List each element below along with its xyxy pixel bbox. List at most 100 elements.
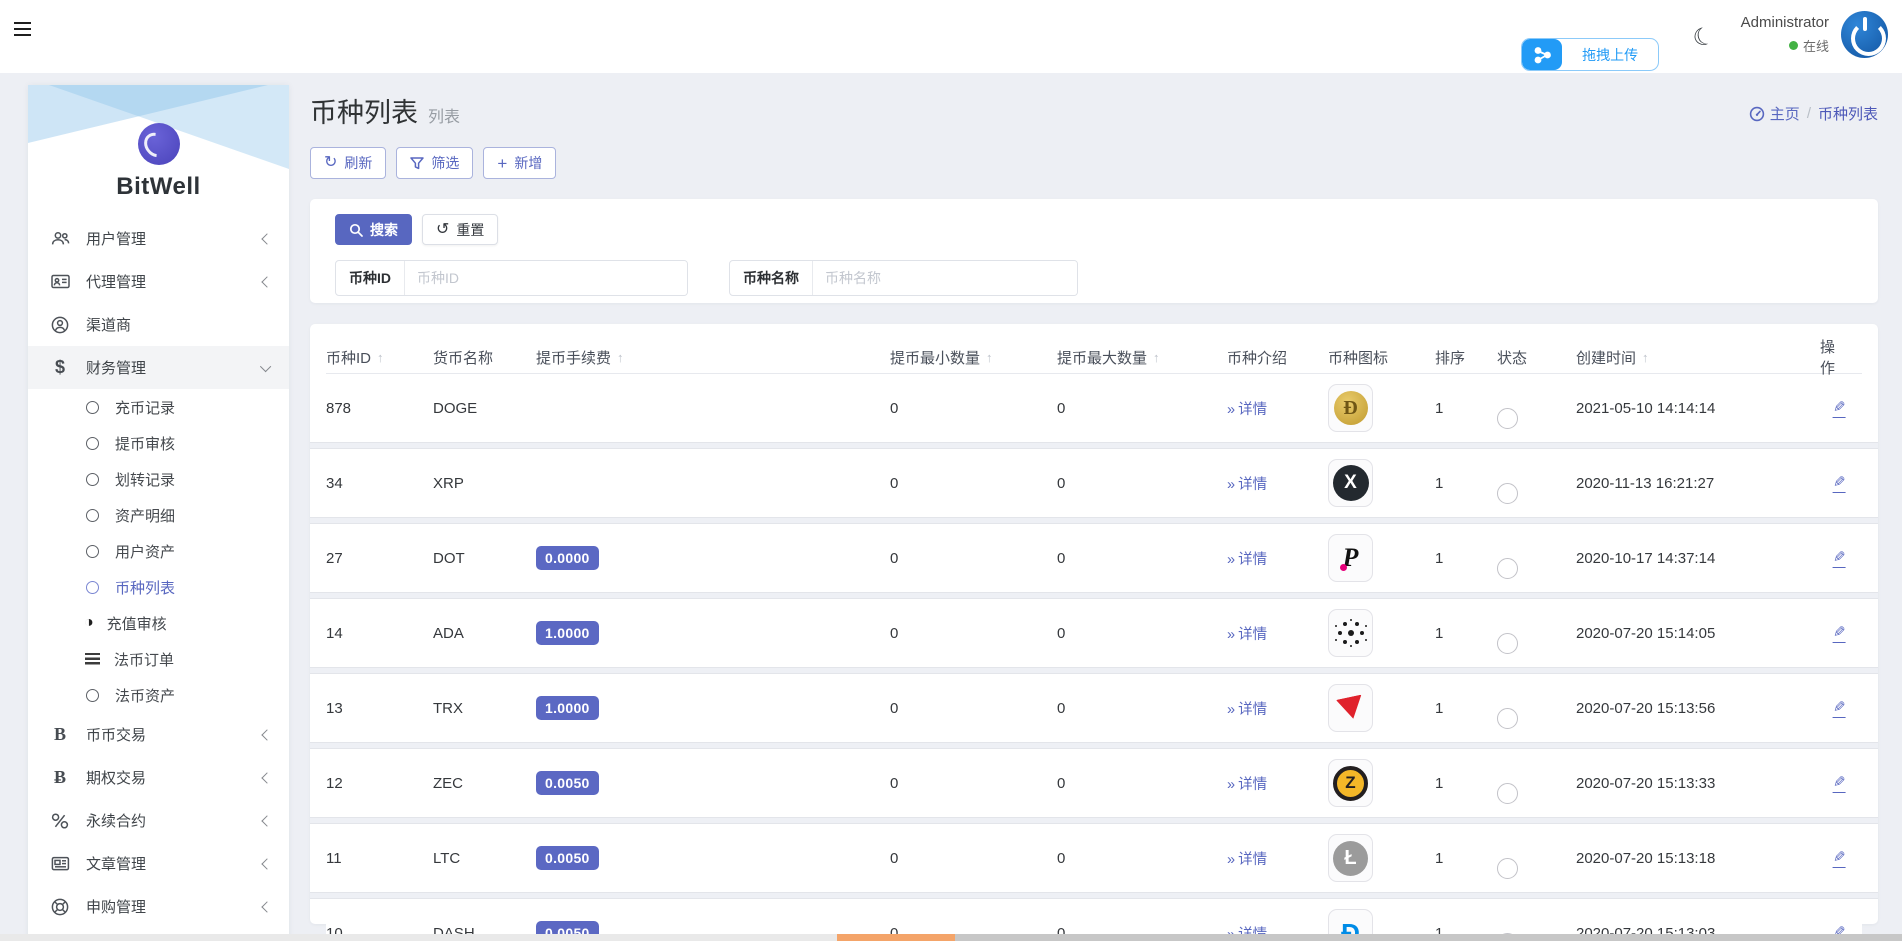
row-separator: [310, 592, 1878, 599]
cell-currency-name: DOT: [433, 550, 536, 567]
sidebar-subitem-user-assets[interactable]: 用户资产: [28, 533, 289, 569]
detail-link[interactable]: »详情: [1227, 477, 1267, 493]
detail-link[interactable]: »详情: [1227, 552, 1267, 568]
cell-sort: 1: [1435, 775, 1497, 792]
sort-arrow-icon: ↑: [1153, 350, 1160, 365]
sidebar-subitem-label: 资产明细: [115, 505, 175, 526]
reset-button[interactable]: ↺ 重置: [422, 214, 498, 245]
edit-pencil-icon[interactable]: ✎: [1833, 398, 1846, 418]
column-header-coin-id[interactable]: 币种ID↑: [326, 347, 433, 368]
app-window: 拖拽上传 ☾ Administrator 在线 BitWell: [0, 0, 1902, 941]
chevron-left-icon: [261, 858, 272, 869]
edit-pencil-icon[interactable]: ✎: [1833, 623, 1846, 643]
sidebar-item-subscription-management[interactable]: 申购管理: [28, 885, 289, 928]
scrollbar-thumb[interactable]: [837, 934, 955, 941]
search-button[interactable]: 搜索: [335, 214, 412, 245]
sidebar-subitem-label: 币种列表: [115, 577, 175, 598]
chevron-left-icon: [261, 901, 272, 912]
coin-id-input[interactable]: [405, 261, 687, 295]
detail-link[interactable]: »详情: [1227, 777, 1267, 793]
column-header-max-withdraw[interactable]: 提币最大数量↑: [1057, 347, 1227, 368]
cell-coin-id: 11: [326, 850, 433, 867]
hamburger-menu-button[interactable]: [14, 22, 34, 38]
detail-link[interactable]: »详情: [1227, 627, 1267, 643]
online-status-dot: [1789, 41, 1798, 50]
sidebar-subitem-fiat-orders[interactable]: 法币订单: [28, 641, 289, 677]
sidebar-subitem-asset-details[interactable]: 资产明细: [28, 497, 289, 533]
cell-sort: 1: [1435, 850, 1497, 867]
column-header-status[interactable]: 状态: [1497, 347, 1576, 368]
sidebar-item-options-trading[interactable]: Ƀ 期权交易: [28, 756, 289, 799]
coin-icon: [1328, 609, 1373, 657]
edit-pencil-icon[interactable]: ✎: [1833, 773, 1846, 793]
row-separator: [310, 742, 1878, 749]
table-row: 11 LTC 0.0050 0 0 »详情 Ł 1 2020-07-20 15:…: [326, 824, 1862, 892]
user-menu[interactable]: Administrator 在线: [1741, 14, 1829, 55]
page-subtitle: 列表: [428, 103, 460, 127]
sidebar-subitem-withdraw-review[interactable]: 提币审核: [28, 425, 289, 461]
sidebar-subitem-fiat-assets[interactable]: 法币资产: [28, 677, 289, 713]
sort-arrow-icon: ↑: [986, 350, 993, 365]
chevron-down-icon: [260, 360, 271, 371]
detail-link[interactable]: »详情: [1227, 852, 1267, 868]
sidebar-item-label: 期权交易: [86, 767, 146, 788]
cell-min-withdraw: 0: [890, 625, 1057, 642]
sidebar-item-label: 财务管理: [86, 357, 146, 378]
edit-pencil-icon[interactable]: ✎: [1833, 473, 1846, 493]
column-header-sort[interactable]: 排序: [1435, 347, 1497, 368]
coin-name-field-label: 币种名称: [730, 261, 813, 295]
cell-currency-name: DOGE: [433, 400, 536, 417]
cell-sort: 1: [1435, 625, 1497, 642]
sidebar-item-spot-trading[interactable]: B 币币交易: [28, 713, 289, 756]
column-header-currency-name[interactable]: 货币名称: [433, 347, 536, 368]
table-row: 878 DOGE 0 0 »详情 Ð 1 2021-05-10 14:14:14…: [326, 374, 1862, 442]
sidebar-item-article-management[interactable]: 文章管理: [28, 842, 289, 885]
column-header-withdraw-fee[interactable]: 提币手续费↑: [536, 347, 890, 368]
refresh-button[interactable]: ↻ 刷新: [310, 147, 386, 179]
coin-name-input[interactable]: [813, 261, 1077, 295]
column-header-coin-icon[interactable]: 币种图标: [1328, 347, 1435, 368]
fee-badge: 0.0000: [536, 546, 599, 570]
cell-coin-id: 13: [326, 700, 433, 717]
edit-pencil-icon[interactable]: ✎: [1833, 548, 1846, 568]
edit-pencil-icon[interactable]: ✎: [1833, 848, 1846, 868]
radio-circle-icon: [86, 689, 99, 702]
main-content: 币种列表 列表 主页 / 币种列表 ↻ 刷新: [310, 85, 1878, 924]
cell-max-withdraw: 0: [1057, 625, 1227, 642]
avatar[interactable]: [1841, 11, 1888, 58]
sort-arrow-icon: ↑: [1642, 350, 1649, 365]
sidebar-item-finance-management[interactable]: $ 财务管理: [28, 346, 289, 389]
detail-link[interactable]: »详情: [1227, 402, 1267, 418]
sidebar-item-perpetual-contracts[interactable]: 永续合约: [28, 799, 289, 842]
sidebar-subitem-recharge-review[interactable]: ◑ 充值审核: [28, 605, 289, 641]
sidebar-subitem-coin-list-active[interactable]: 币种列表: [28, 569, 289, 605]
cell-min-withdraw: 0: [890, 550, 1057, 567]
sidebar-item-agent-management[interactable]: 代理管理: [28, 260, 289, 303]
sidebar-item-channel[interactable]: 渠道商: [28, 303, 289, 346]
reset-icon: ↺: [436, 222, 449, 238]
column-header-created-time[interactable]: 创建时间↑: [1576, 347, 1820, 368]
dark-mode-moon-icon[interactable]: ☾: [1690, 23, 1718, 52]
fee-badge: 1.0000: [536, 696, 599, 720]
breadcrumb-home-link[interactable]: 主页: [1749, 103, 1800, 124]
newspaper-icon: [49, 856, 71, 871]
breadcrumb-current[interactable]: 币种列表: [1818, 103, 1878, 124]
cell-sort: 1: [1435, 475, 1497, 492]
cell-min-withdraw: 0: [890, 700, 1057, 717]
cell-coin-id: 34: [326, 475, 433, 492]
detail-link[interactable]: »详情: [1227, 702, 1267, 718]
filter-button[interactable]: 筛选: [396, 147, 473, 179]
cell-created-time: 2020-07-20 15:14:05: [1576, 625, 1820, 642]
sidebar-item-user-management[interactable]: 用户管理: [28, 217, 289, 260]
edit-pencil-icon[interactable]: ✎: [1833, 698, 1846, 718]
sidebar-subitem-deposit-records[interactable]: 充币记录: [28, 389, 289, 425]
table-row: 27 DOT 0.0000 0 0 »详情 P 1 2020-10-17 14:…: [326, 524, 1862, 592]
column-header-min-withdraw[interactable]: 提币最小数量↑: [890, 347, 1057, 368]
drag-upload-widget[interactable]: 拖拽上传: [1521, 38, 1659, 71]
column-header-coin-intro[interactable]: 币种介绍: [1227, 347, 1328, 368]
cell-coin-id: 12: [326, 775, 433, 792]
id-card-icon: [49, 274, 71, 289]
sidebar-subitem-transfer-records[interactable]: 划转记录: [28, 461, 289, 497]
add-button[interactable]: + 新增: [483, 147, 556, 179]
sidebar-subitem-label: 用户资产: [115, 541, 175, 562]
